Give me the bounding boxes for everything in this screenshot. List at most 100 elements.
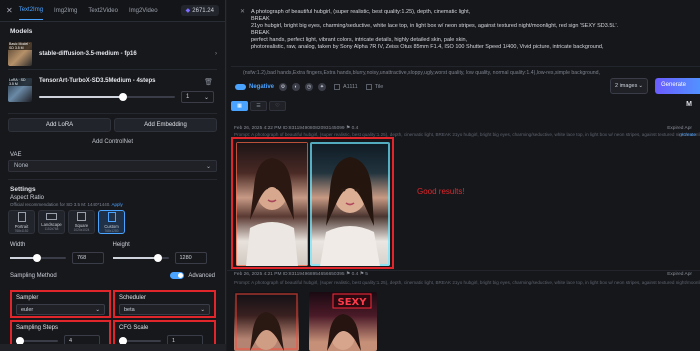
prompt-line: A photograph of beautiful hubgirl, (supe… bbox=[251, 9, 471, 15]
sampler-select[interactable]: euler ⌄ bbox=[16, 304, 105, 315]
credits-badge[interactable]: ◆ 2671.24 bbox=[180, 5, 219, 16]
cfg-scale-label: CFG Scale bbox=[119, 325, 149, 331]
lora-weight-slider[interactable] bbox=[39, 93, 175, 101]
aspect-ratio-options: Portrait 768x1152 Landscape 1152x768 Squ… bbox=[0, 210, 225, 234]
image-count-select[interactable]: 2 images ⌄ bbox=[610, 78, 648, 94]
scheduler-select[interactable]: beta ⌄ bbox=[119, 304, 210, 315]
tile-checkbox[interactable]: Tile bbox=[365, 84, 384, 90]
generated-image[interactable] bbox=[234, 292, 299, 351]
checkbox-box[interactable] bbox=[334, 84, 341, 90]
square-icon bbox=[77, 212, 86, 221]
tab-text2video[interactable]: Text2Video bbox=[88, 2, 118, 20]
recreate-link[interactable]: recreate bbox=[679, 132, 696, 137]
prompt-line: 21yo hubgirl, bright big eyes, charming/… bbox=[251, 23, 619, 29]
generated-image[interactable]: SEXY bbox=[309, 292, 377, 351]
tab-img2img[interactable]: Img2Img bbox=[54, 2, 77, 20]
aspect-portrait[interactable]: Portrait 768x1152 bbox=[8, 210, 35, 234]
aspect-custom[interactable]: Custom 768x1280 bbox=[98, 210, 125, 234]
add-embedding-button[interactable]: Add Embedding bbox=[114, 118, 217, 132]
scheduler-label: Scheduler bbox=[119, 295, 147, 301]
negative-label: Negative bbox=[249, 84, 275, 90]
custom-ratio-icon bbox=[107, 211, 116, 222]
close-icon[interactable]: ✕ bbox=[240, 9, 245, 16]
checkbox-box[interactable] bbox=[365, 84, 372, 90]
add-controlnet-button[interactable]: Add ControlNet bbox=[8, 136, 217, 148]
height-slider[interactable] bbox=[112, 254, 169, 262]
section-divider bbox=[8, 172, 217, 180]
good-results-highlight bbox=[231, 137, 394, 269]
aspect-size: 1024x1024 bbox=[73, 228, 90, 232]
base-model-card[interactable]: Basic Model · SD 3.5 M stable-diffusion-… bbox=[8, 38, 217, 70]
result-divider bbox=[227, 270, 700, 271]
left-panel-footer bbox=[0, 344, 226, 351]
advanced-label: Advanced bbox=[188, 272, 215, 279]
expiry-label: Expired Apr bbox=[667, 126, 692, 131]
vae-select[interactable]: None ⌄ bbox=[8, 160, 217, 172]
view-mode-tabs: ▦ ☰ ♡ bbox=[231, 101, 288, 111]
right-panel: ✕ A photograph of beautiful hubgirl, (su… bbox=[227, 0, 700, 351]
aspect-square[interactable]: Square 1024x1024 bbox=[68, 210, 95, 234]
lora-weight-input[interactable]: 1 ⌄ bbox=[181, 91, 214, 103]
add-lora-button[interactable]: Add LoRA bbox=[8, 118, 111, 132]
height-input[interactable]: 1280 bbox=[174, 252, 207, 264]
add-buttons-row: Add LoRA Add Embedding bbox=[8, 118, 217, 132]
portrait-icon bbox=[17, 211, 26, 222]
settings-icon[interactable]: ⚙ bbox=[279, 83, 288, 91]
lora-slider-fill bbox=[39, 96, 123, 98]
sampling-steps-slider[interactable] bbox=[16, 337, 58, 345]
cfg-scale-slider[interactable] bbox=[119, 337, 161, 345]
negative-toggle[interactable]: Negative bbox=[235, 84, 274, 90]
history-icon[interactable]: ◷ bbox=[305, 83, 314, 91]
dimensions-row: Width 768 Height 1280 bbox=[0, 234, 225, 264]
chevron-down-icon: ⌄ bbox=[200, 307, 205, 313]
toggle-switch[interactable] bbox=[170, 272, 185, 279]
vae-value: None bbox=[14, 163, 29, 169]
aspect-landscape[interactable]: Landscape 1152x768 bbox=[38, 210, 65, 234]
wand-icon[interactable]: ✦ bbox=[318, 83, 327, 91]
expiry-label: Expired Apr bbox=[667, 272, 692, 277]
generated-image[interactable] bbox=[310, 142, 390, 266]
height-slider-fill bbox=[112, 257, 158, 259]
sampler-label: Sampler bbox=[16, 295, 39, 301]
vae-label: VAE bbox=[10, 152, 22, 158]
width-control: Width 768 bbox=[10, 242, 113, 264]
lora-slider-knob[interactable] bbox=[119, 93, 127, 101]
prompt-line: BREAK bbox=[251, 16, 270, 22]
width-slider[interactable] bbox=[10, 254, 66, 262]
base-model-tag: Basic Model · SD 3.5 M bbox=[8, 41, 32, 50]
a1111-label: A1111 bbox=[343, 84, 358, 90]
list-view-icon[interactable]: ☰ bbox=[250, 101, 267, 111]
width-label: Width bbox=[10, 242, 26, 248]
chevron-down-icon: ⌄ bbox=[205, 164, 211, 170]
favorite-icon[interactable]: ♡ bbox=[269, 101, 286, 111]
toggle-switch[interactable] bbox=[235, 84, 246, 90]
good-results-annotation: Good results! bbox=[417, 187, 465, 196]
portrait-illustration bbox=[310, 142, 390, 266]
scheduler-box: Scheduler beta ⌄ bbox=[113, 290, 216, 318]
tab-img2video[interactable]: Img2Video bbox=[129, 2, 158, 20]
translate-icon[interactable]: ◐ bbox=[292, 83, 301, 91]
settings-title: Settings bbox=[10, 186, 36, 193]
height-slider-knob[interactable] bbox=[153, 254, 162, 262]
chevron-right-icon[interactable]: › bbox=[215, 51, 217, 57]
width-slider-knob[interactable] bbox=[33, 254, 41, 262]
advanced-toggle[interactable]: Advanced bbox=[170, 272, 215, 279]
a1111-checkbox[interactable]: A1111 bbox=[334, 84, 358, 90]
aspect-size: 1152x768 bbox=[44, 227, 59, 231]
prompt-line: photorealistic, raw, analog, taken by So… bbox=[251, 44, 604, 50]
lora-thumbnail: LoRA · SD 3.5 M bbox=[8, 78, 32, 102]
tile-label: Tile bbox=[374, 84, 384, 90]
close-icon[interactable]: ✕ bbox=[6, 6, 13, 15]
tab-text2img[interactable]: Text2Img bbox=[18, 1, 44, 20]
lora-weight-value: 1 bbox=[186, 94, 190, 100]
scheduler-value: beta bbox=[124, 307, 135, 313]
chevron-down-icon[interactable]: ⌄ bbox=[204, 94, 209, 101]
trash-icon[interactable]: 🗑 bbox=[204, 78, 213, 86]
image-count-value: 2 images bbox=[615, 83, 638, 89]
grid-view-icon[interactable]: ▦ bbox=[231, 101, 248, 111]
generate-button[interactable]: Generate bbox=[655, 78, 700, 94]
width-input[interactable]: 768 bbox=[72, 252, 104, 264]
model-filter-label[interactable]: M bbox=[686, 101, 692, 108]
generated-image[interactable] bbox=[236, 142, 308, 266]
apply-link[interactable]: Apply bbox=[112, 202, 123, 207]
